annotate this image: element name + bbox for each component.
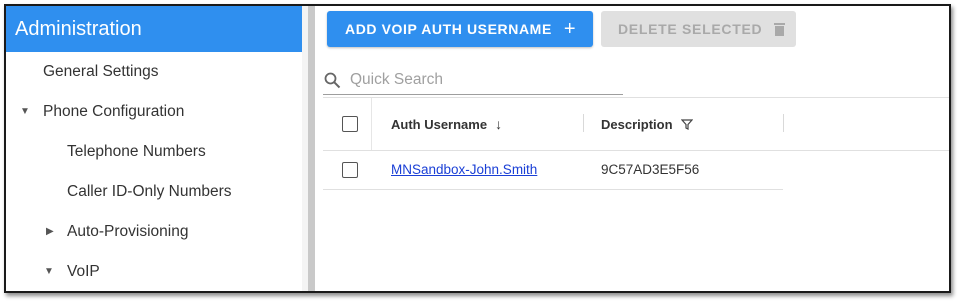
sidebar-title: Administration bbox=[15, 17, 142, 40]
table-row[interactable]: MNSandbox-John.Smith 9C57AD3E5F56 bbox=[323, 150, 783, 190]
sidebar-item-label: Caller ID-Only Numbers bbox=[67, 183, 232, 200]
description-cell: 9C57AD3E5F56 bbox=[601, 162, 700, 177]
sort-arrow-down-icon[interactable]: ↓ bbox=[495, 116, 502, 132]
quick-search-field[interactable]: Quick Search bbox=[323, 66, 623, 95]
column-divider bbox=[783, 114, 784, 132]
sidebar-item-auto-provisioning[interactable]: ▶ Auto-Provisioning bbox=[6, 212, 302, 252]
search-icon bbox=[324, 72, 341, 88]
sidebar-item-label: General Settings bbox=[43, 63, 159, 80]
auth-username-link[interactable]: MNSandbox-John.Smith bbox=[391, 150, 537, 189]
add-voip-auth-username-button[interactable]: ADD VOIP AUTH USERNAME + bbox=[327, 11, 593, 47]
main-panel: ADD VOIP AUTH USERNAME + DELETE SELECTED… bbox=[315, 6, 949, 291]
row-checkbox[interactable] bbox=[342, 162, 358, 178]
select-all-checkbox[interactable] bbox=[342, 116, 358, 132]
column-divider bbox=[583, 114, 584, 132]
column-divider bbox=[371, 98, 372, 150]
caret-down-icon[interactable]: ▼ bbox=[44, 266, 54, 277]
sidebar-item-voip[interactable]: ▼ VoIP bbox=[6, 252, 302, 291]
sidebar: Administration General Settings ▼ Phone … bbox=[6, 6, 302, 291]
sidebar-item-telephone-numbers[interactable]: Telephone Numbers bbox=[6, 132, 302, 172]
add-button-label: ADD VOIP AUTH USERNAME bbox=[345, 21, 552, 37]
column-header-description[interactable]: Description bbox=[601, 98, 693, 150]
column-header-label: Description bbox=[601, 116, 673, 132]
sidebar-item-label: VoIP bbox=[67, 263, 100, 280]
app-window: Administration General Settings ▼ Phone … bbox=[4, 4, 951, 293]
table-header: Auth Username ↓ Description bbox=[323, 97, 949, 151]
sidebar-item-label: Telephone Numbers bbox=[67, 143, 206, 160]
delete-button-label: DELETE SELECTED bbox=[618, 21, 763, 37]
filter-icon[interactable] bbox=[680, 118, 693, 130]
sidebar-item-phone-configuration[interactable]: ▼ Phone Configuration bbox=[6, 92, 302, 132]
sidebar-item-caller-id-only-numbers[interactable]: Caller ID-Only Numbers bbox=[6, 172, 302, 212]
sidebar-header: Administration bbox=[6, 6, 302, 52]
search-placeholder[interactable]: Quick Search bbox=[350, 71, 443, 89]
sidebar-item-label: Auto-Provisioning bbox=[67, 223, 189, 240]
plus-icon: + bbox=[563, 18, 577, 40]
caret-down-icon[interactable]: ▼ bbox=[20, 106, 30, 117]
sidebar-item-general-settings[interactable]: General Settings bbox=[6, 52, 302, 92]
column-header-label: Auth Username bbox=[391, 116, 488, 132]
sidebar-resize-handle[interactable] bbox=[308, 6, 315, 291]
caret-right-icon[interactable]: ▶ bbox=[46, 226, 54, 237]
sidebar-item-label: Phone Configuration bbox=[43, 103, 185, 120]
delete-selected-button[interactable]: DELETE SELECTED bbox=[601, 11, 796, 47]
trash-icon bbox=[774, 22, 786, 36]
column-header-auth-username[interactable]: Auth Username ↓ bbox=[391, 98, 502, 150]
